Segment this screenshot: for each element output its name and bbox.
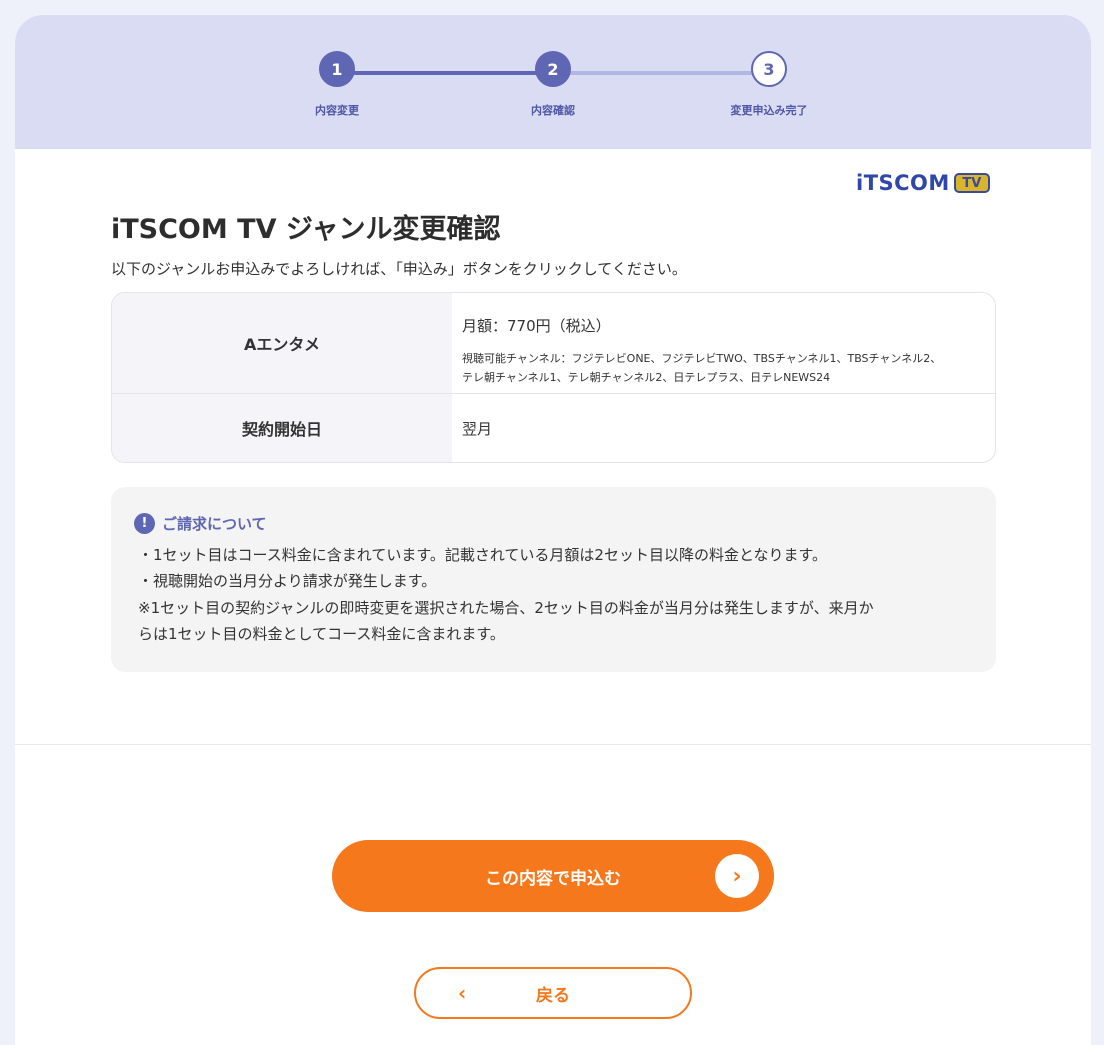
billing-notice: ! ご請求について ・1セット目はコース料金に含まれています。記載されている月額… [111,487,996,672]
logo-text: iTSCOM [856,171,950,195]
genre-details: 月額：770円（税込） 視聴可能チャンネル：フジテレビONE、フジテレビTWO、… [452,293,995,393]
back-button-label: 戻る [536,985,570,1006]
notice-title: ご請求について [162,515,267,533]
channel-list: 視聴可能チャンネル：フジテレビONE、フジテレビTWO、TBSチャンネル1、TB… [462,349,992,387]
table-row-start-date: 契約開始日 翌月 [112,394,995,462]
start-date-value: 翌月 [462,420,493,438]
step-1-circle: 1 [319,51,355,87]
start-date-details: 翌月 [452,394,995,462]
notice-line-1: ・1セット目はコース料金に含まれています。記載されている月額は2セット目以降の料… [138,546,827,564]
section-divider [15,744,1091,745]
channel-list-line-1: 視聴可能チャンネル：フジテレビONE、フジテレビTWO、TBSチャンネル1、TB… [462,352,942,365]
step-1-label: 内容変更 [315,104,359,117]
notice-line-3b: らは1セット目の料金としてコース料金に含まれます。 [138,625,505,643]
page-lead-text: 以下のジャンルお申込みでよろしければ、「申込み」ボタンをクリックしてください。 [111,260,687,278]
itscom-tv-logo: iTSCOM TV [856,171,990,195]
step-2-label: 内容確認 [531,104,575,117]
monthly-price: 月額：770円（税込） [462,317,611,335]
submit-button-label: この内容で申込む [485,868,621,889]
step-3-circle: 3 [751,51,787,87]
chevron-right-icon: › [715,854,759,898]
notice-line-3: ※1セット目の契約ジャンルの即時変更を選択された場合、2セット目の料金が当月分は… [138,595,968,647]
submit-button[interactable]: この内容で申込む › [332,840,774,912]
chevron-left-icon: ‹ [458,981,467,1005]
channel-list-line-2: テレ朝チャンネル1、テレ朝チャンネル2、日テレプラス、日テレNEWS24 [462,371,831,384]
main-card: 1 2 3 内容変更 内容確認 変更申込み完了 iTSCOM TV iTSCOM… [15,15,1091,1045]
notice-header: ! ご請求について [134,513,267,534]
notice-line-3a: ※1セット目の契約ジャンルの即時変更を選択された場合、2セット目の料金が当月分は… [138,599,874,617]
back-button[interactable]: ‹ 戻る [414,967,692,1019]
exclamation-icon: ! [134,513,155,534]
notice-line-2: ・視聴開始の当月分より請求が発生します。 [138,572,437,590]
step-2-circle: 2 [535,51,571,87]
page-title: iTSCOM TV ジャンル変更確認 [111,214,501,245]
start-date-label: 契約開始日 [112,394,452,462]
table-row-genre: Aエンタメ 月額：770円（税込） 視聴可能チャンネル：フジテレビONE、フジテ… [112,293,995,394]
progress-stepper: 1 2 3 内容変更 内容確認 変更申込み完了 [15,15,1091,149]
confirmation-table: Aエンタメ 月額：770円（税込） 視聴可能チャンネル：フジテレビONE、フジテ… [111,292,996,463]
step-connector-2-3 [553,71,769,75]
step-connector-1-2 [337,71,553,75]
step-3-label: 変更申込み完了 [730,104,808,117]
tv-badge-icon: TV [953,173,990,193]
genre-label: Aエンタメ [112,293,452,393]
